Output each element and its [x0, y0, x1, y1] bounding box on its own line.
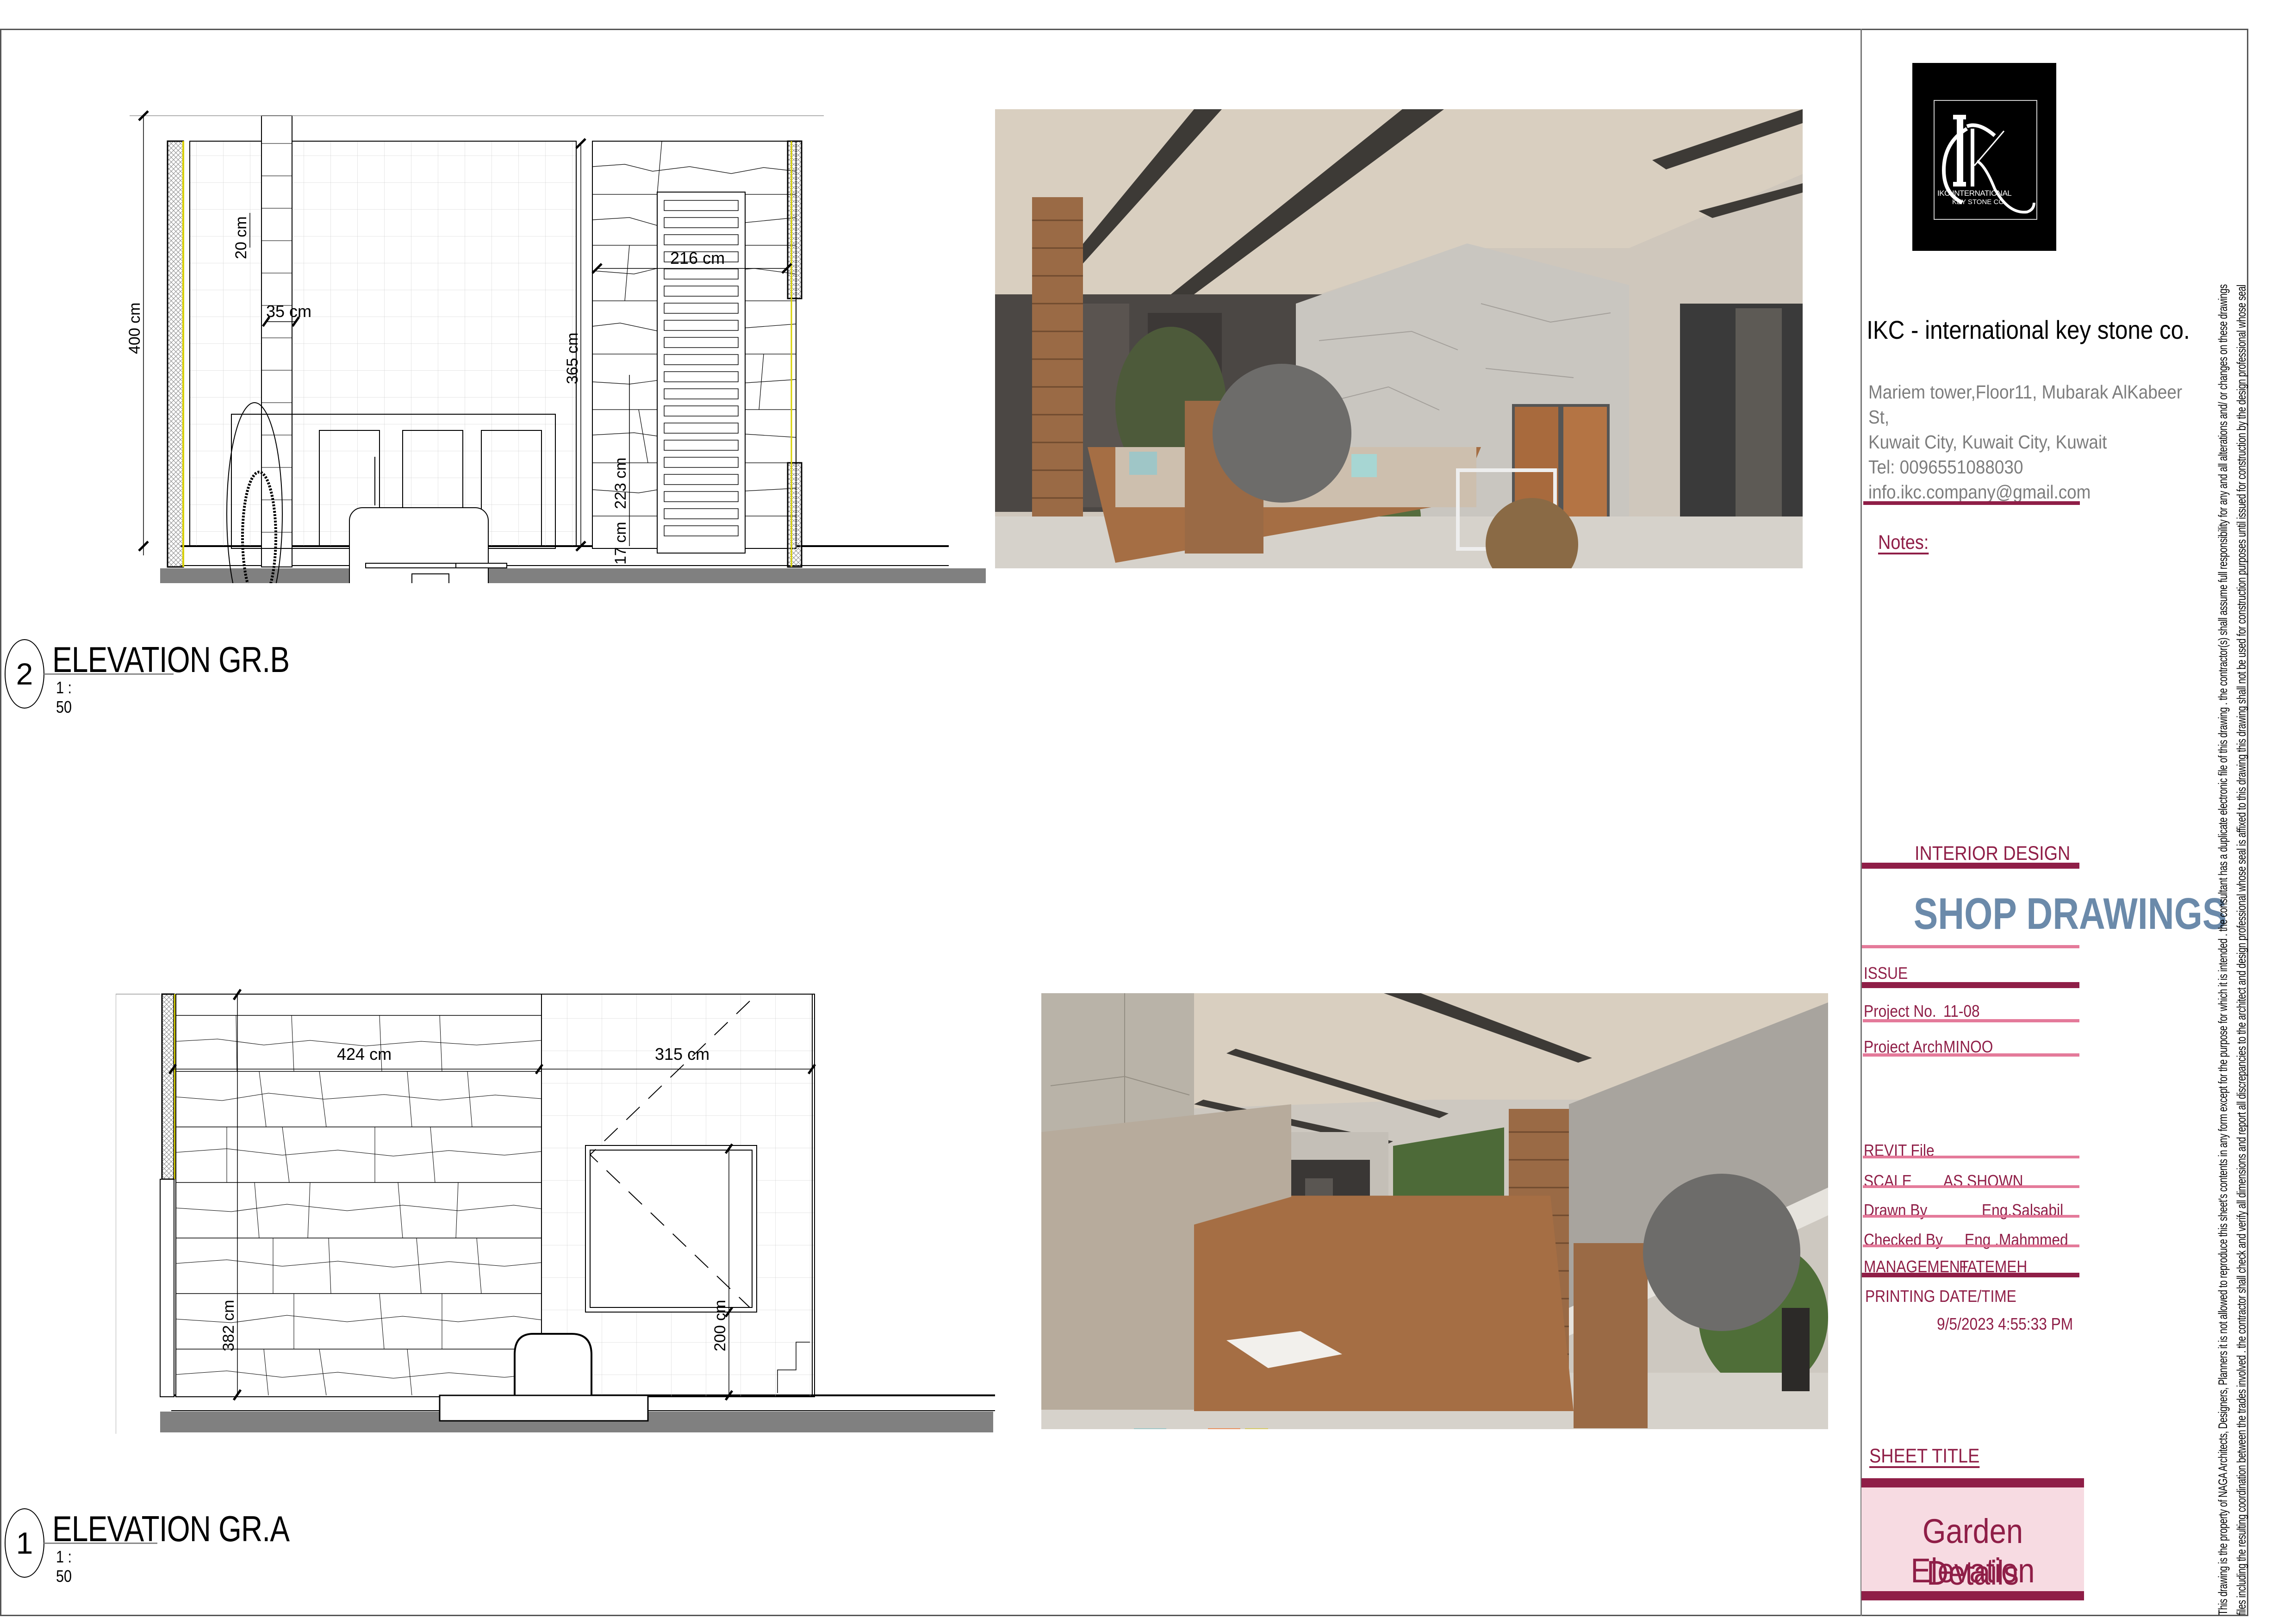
dim-35: 35 cm [266, 302, 311, 321]
divider-bar [1863, 1156, 2079, 1158]
render-image-bottom [1041, 993, 1828, 1429]
view-number: 2 [16, 657, 33, 691]
view-number: 1 [16, 1526, 33, 1560]
divider-bar [1862, 1273, 2079, 1277]
logo-inner-frame: IKC-INTERNATIONAL KEY STONE CO [1934, 100, 2037, 220]
sheet-title-box: Garden Elevation Details [1861, 1478, 2084, 1600]
dim-20: 20 cm [232, 216, 250, 259]
divider-bar [1863, 1053, 2079, 1057]
disclaimer-line: files including the resulting coordinati… [2234, 285, 2248, 1615]
dim-17: 17 cm [612, 522, 629, 565]
logo-text-line2: KEY STONE CO [1952, 198, 2004, 206]
company-logo: IKC-INTERNATIONAL KEY STONE CO [1912, 63, 2056, 251]
view-scale: 1 : 50 [56, 678, 72, 716]
address-line: Mariem tower,Floor11, Mubarak AlKabeer [1868, 381, 2183, 403]
view-name: ELEVATION GR.A [52, 1508, 290, 1549]
dim-382: 382 cm [220, 1300, 237, 1352]
dim-216: 216 cm [670, 249, 725, 268]
email-address: info.ikc.company@gmail.com [1868, 481, 2091, 503]
company-address: Mariem tower,Floor11, Mubarak AlKabeer S… [1868, 380, 2182, 504]
address-line: Tel: 0096551088030 [1868, 456, 2023, 478]
sheet-title-line2: Details [1926, 1554, 2019, 1592]
drawing-stage-title: SHOP DRAWINGS [1913, 889, 2227, 939]
render-image-top [995, 109, 1803, 568]
divider-bar [1863, 501, 2080, 505]
discipline-label: INTERIOR DESIGN [1915, 842, 2071, 865]
view-scale: 1 : 50 [56, 1547, 72, 1586]
dim-424: 424 cm [337, 1045, 392, 1064]
divider-bar [1861, 1478, 2084, 1487]
printing-date-value: 9/5/2023 4:55:33 PM [1937, 1314, 2073, 1333]
company-name: IKC - international key stone co. [1867, 315, 2190, 344]
project-no-label: Project No. [1864, 1002, 1936, 1020]
elevation-a-linework: 424 cm 315 cm 382 cm 200 cm 92 cm [116, 989, 995, 1434]
view-name: ELEVATION GR.B [52, 639, 290, 680]
divider-bar [1863, 1185, 2079, 1188]
elevation-b-linework: 400 cm 20 cm 35 cm 365 cm 216 cm 223 cm … [126, 110, 986, 583]
address-line: St, [1868, 406, 1890, 428]
divider-bar [1863, 1244, 2079, 1247]
sheet-title-label: SHEET TITLE [1869, 1445, 1980, 1467]
divider-bar [1863, 1215, 2079, 1218]
address-line: Kuwait City, Kuwait City, Kuwait [1868, 431, 2107, 453]
disclaimer-line: This drawing is the property of NAGA Arc… [2216, 284, 2230, 1615]
divider-bar [1863, 1019, 2079, 1022]
divider-bar [1862, 945, 2079, 948]
issue-label: ISSUE [1864, 964, 1908, 983]
divider-bar [1862, 982, 2079, 988]
dim-223: 223 cm [612, 458, 629, 510]
notes-label: Notes: [1878, 531, 1929, 554]
dim-365: 365 cm [564, 333, 581, 385]
dim-315: 315 cm [655, 1045, 709, 1064]
logo-text-line1: IKC-INTERNATIONAL [1937, 189, 2012, 198]
printing-date-label: PRINTING DATE/TIME [1865, 1287, 2016, 1306]
legal-disclaimer: This drawing is the property of NAGA Arc… [2214, 28, 2251, 1615]
title-block-divider [1860, 29, 1862, 1616]
dim-400: 400 cm [126, 303, 143, 355]
divider-bar [1862, 863, 2079, 869]
render-top-illustration [995, 109, 1803, 568]
dim-200: 200 cm [711, 1300, 729, 1352]
render-bottom-illustration [1041, 993, 1828, 1429]
project-no-value: 11-08 [1943, 1002, 1980, 1020]
divider-bar [1861, 1591, 2084, 1600]
